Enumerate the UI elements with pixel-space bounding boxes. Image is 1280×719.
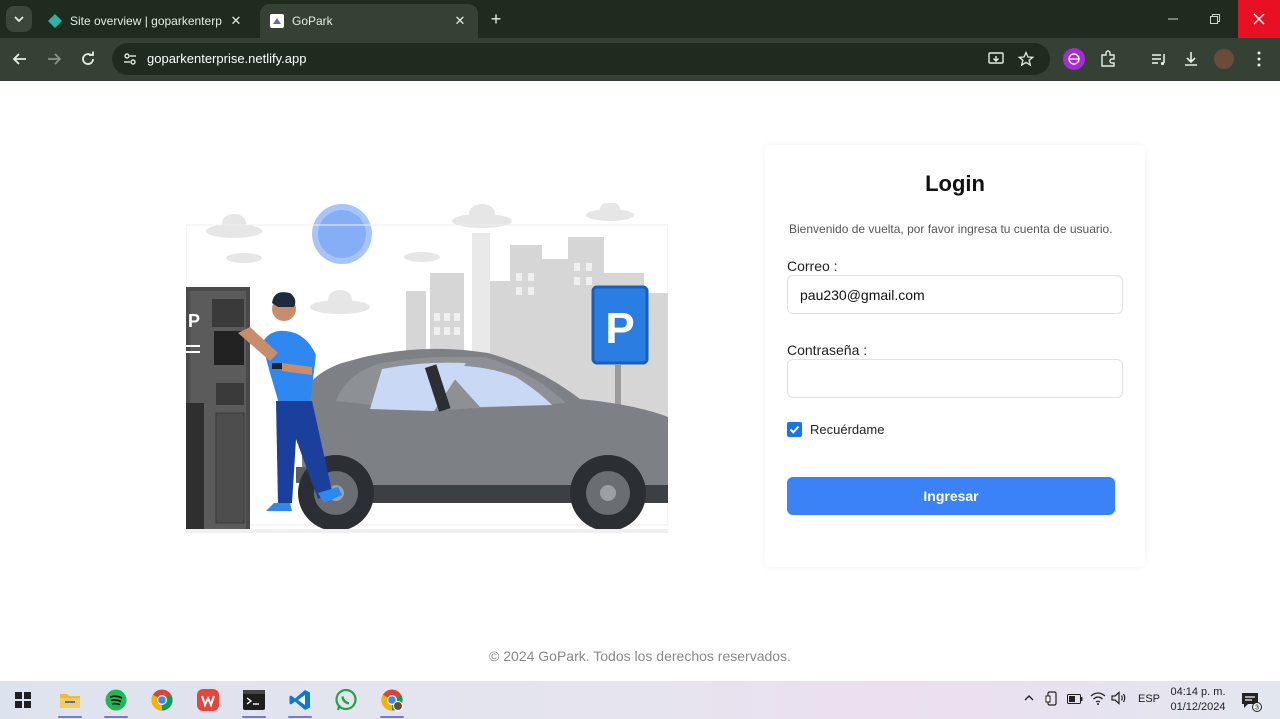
checkmark-icon — [789, 425, 800, 434]
battery-icon[interactable] — [1066, 691, 1084, 709]
spotify-icon — [105, 689, 127, 711]
notification-center-button[interactable]: 3 — [1240, 690, 1262, 712]
parking-meter: P — [186, 287, 250, 531]
minimize-icon — [1168, 18, 1178, 20]
gopark-favicon-icon — [270, 14, 284, 28]
spotify-app[interactable] — [101, 685, 131, 718]
notification-icon: 3 — [1242, 693, 1262, 712]
sun-icon — [312, 204, 372, 264]
file-explorer-app[interactable] — [55, 685, 85, 718]
notification-count: 3 — [1255, 705, 1259, 712]
active-app-indicator — [288, 716, 312, 718]
parking-sign-text: P — [605, 304, 634, 353]
parking-illustration: P P — [186, 203, 668, 533]
remember-checkbox[interactable] — [787, 422, 802, 437]
window-close-button[interactable] — [1238, 0, 1280, 38]
arrow-left-icon — [12, 53, 26, 65]
password-field[interactable] — [787, 359, 1123, 398]
chevron-down-icon — [14, 16, 24, 23]
remember-me[interactable]: Recuérdame — [787, 422, 884, 437]
chrome-icon — [381, 689, 403, 711]
wheel — [570, 455, 646, 531]
tab-search-button[interactable] — [6, 6, 32, 32]
extensions-puzzle-icon[interactable] — [1097, 48, 1119, 70]
reload-icon — [82, 51, 94, 65]
profile-avatar[interactable] — [1214, 49, 1234, 69]
clock-time: 04:14 p. m. — [1170, 686, 1226, 698]
new-tab-button[interactable]: + — [486, 9, 506, 29]
email-field[interactable] — [787, 275, 1123, 314]
install-app-icon[interactable] — [986, 49, 1006, 69]
address-bar[interactable]: goparkenterprise.netlify.app — [112, 43, 1050, 75]
windows-start-button[interactable] — [8, 685, 38, 715]
email-label: Correo : — [787, 258, 838, 274]
login-subtitle: Bienvenido de vuelta, por favor ingresa … — [789, 222, 1113, 236]
wps-icon — [197, 689, 219, 711]
whatsapp-icon — [335, 689, 357, 711]
password-label: Contraseña : — [787, 342, 868, 358]
whatsapp-app[interactable] — [331, 685, 361, 715]
restore-icon — [1210, 14, 1220, 24]
window-restore-button[interactable] — [1194, 0, 1236, 38]
tab-title: Site overview | goparkenterprise — [70, 14, 222, 28]
wps-office-app[interactable] — [193, 685, 223, 715]
tab-close-button[interactable]: ✕ — [452, 13, 468, 29]
phone-link-icon[interactable] — [1043, 691, 1061, 709]
remember-label: Recuérdame — [810, 422, 885, 437]
vscode-app[interactable] — [285, 685, 315, 718]
browser-tab-bar: Site overview | goparkenterprise ✕ GoPar… — [0, 0, 1280, 38]
tab-gopark[interactable]: GoPark ✕ — [260, 4, 478, 38]
meter-sign-text: P — [188, 311, 200, 331]
tab-site-overview[interactable]: Site overview | goparkenterprise ✕ — [38, 4, 254, 38]
url-text[interactable]: goparkenterprise.netlify.app — [147, 51, 306, 66]
back-button[interactable] — [8, 47, 32, 71]
active-app-indicator — [104, 716, 128, 718]
active-app-indicator — [380, 716, 404, 718]
terminal-app[interactable] — [239, 685, 269, 718]
close-icon — [1253, 13, 1265, 25]
active-app-indicator — [58, 716, 82, 718]
media-control-icon[interactable] — [1148, 48, 1170, 70]
folder-icon — [60, 694, 80, 708]
input-language[interactable]: ESP — [1138, 693, 1160, 705]
windows-taskbar: ESP 04:14 p. m. 01/12/2024 3 — [0, 681, 1280, 719]
footer-copyright: © 2024 GoPark. Todos los derechos reserv… — [489, 648, 791, 664]
terminal-icon — [243, 690, 265, 710]
site-info-icon[interactable] — [122, 51, 138, 67]
extension-globe-icon[interactable] — [1063, 48, 1085, 70]
tab-close-button[interactable]: ✕ — [228, 13, 244, 29]
more-menu-icon[interactable] — [1248, 48, 1270, 70]
wifi-icon[interactable] — [1089, 691, 1107, 709]
bookmark-star-icon[interactable] — [1016, 49, 1036, 69]
browser-toolbar: goparkenterprise.netlify.app — [0, 38, 1280, 81]
chrome-icon — [151, 689, 173, 711]
active-app-indicator — [242, 716, 266, 718]
volume-icon[interactable] — [1110, 691, 1128, 709]
forward-button[interactable] — [42, 47, 66, 71]
windows-logo-icon — [15, 692, 31, 708]
show-hidden-icons-chevron-icon[interactable] — [1020, 691, 1038, 709]
netlify-icon — [48, 14, 62, 28]
chrome-profile-app[interactable] — [377, 685, 407, 718]
vscode-icon — [289, 690, 310, 710]
arrow-right-icon — [48, 53, 62, 65]
reload-button[interactable] — [76, 47, 100, 71]
login-card: Login Bienvenido de vuelta, por favor in… — [765, 145, 1145, 567]
tab-title: GoPark — [292, 14, 333, 28]
download-icon[interactable] — [1180, 48, 1202, 70]
login-title: Login — [925, 171, 985, 196]
chrome-app[interactable] — [147, 685, 177, 715]
window-minimize-button[interactable] — [1152, 0, 1194, 38]
login-submit-button[interactable]: Ingresar — [787, 477, 1115, 515]
clock-date: 01/12/2024 — [1170, 701, 1226, 713]
taskbar-clock[interactable]: 04:14 p. m. 01/12/2024 — [1166, 685, 1230, 715]
page-content: P P Login Bienvenido de vuelta, por favo… — [0, 81, 1280, 681]
